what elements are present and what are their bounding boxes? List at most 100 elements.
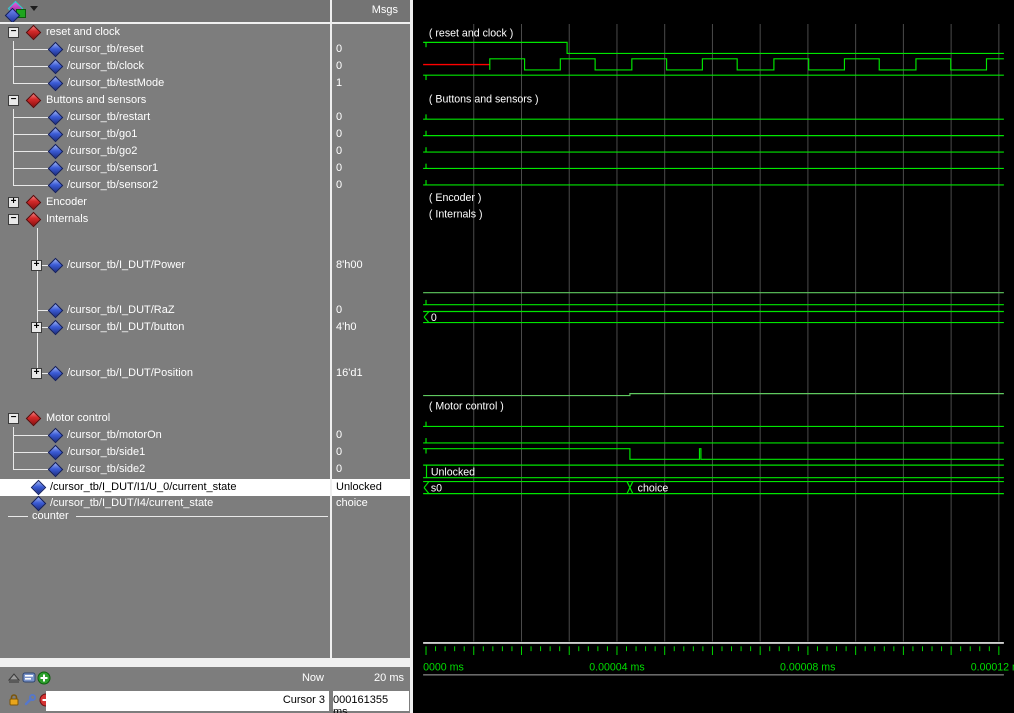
wave-group-label: ( Encoder ) xyxy=(429,192,481,204)
expand-box[interactable]: + xyxy=(31,260,42,271)
signal-diamond-icon xyxy=(48,144,64,160)
wave-group-label: ( reset and clock ) xyxy=(429,28,513,40)
collapse-box[interactable]: − xyxy=(8,413,19,424)
collapse-box[interactable]: − xyxy=(8,95,19,106)
signal-name: /cursor_tb/testMode xyxy=(67,77,164,89)
bus-value-label: Unlocked xyxy=(431,466,475,478)
signal-diamond-icon xyxy=(48,110,64,126)
wave-window-icon[interactable] xyxy=(6,3,26,19)
cursor-name-field[interactable]: Cursor 3 xyxy=(46,691,329,711)
signal-row[interactable]: /cursor_tb/side10 xyxy=(0,444,410,461)
signal-panel: Msgs − reset and clock/cursor_tb/reset0/c… xyxy=(0,0,410,713)
signal-diamond-icon xyxy=(48,428,64,444)
signal-row[interactable]: /cursor_tb/side20 xyxy=(0,461,410,478)
group-row[interactable]: − Buttons and sensors xyxy=(0,92,410,109)
bus-open xyxy=(424,317,429,323)
signal-tree: − reset and clock/cursor_tb/reset0/cursor… xyxy=(0,24,410,658)
signal-name: /cursor_tb/I_DUT/button xyxy=(67,321,184,333)
wave-group-label: ( Buttons and sensors ) xyxy=(429,93,539,105)
signal-diamond-icon xyxy=(31,480,47,496)
signal-value: 0 xyxy=(336,162,406,174)
signal-name: /cursor_tb/side1 xyxy=(67,446,145,458)
signal-name: /cursor_tb/motorOn xyxy=(67,429,162,441)
group-row[interactable]: + Encoder xyxy=(0,194,410,211)
msgs-column-header: Msgs xyxy=(332,4,398,16)
analog-waveform-Position xyxy=(423,394,1004,396)
signal-row[interactable]: /cursor_tb/restart0 xyxy=(0,109,410,126)
chevron-down-icon[interactable] xyxy=(30,6,38,11)
wave-group-label: ( Motor control ) xyxy=(429,401,504,413)
signal-row[interactable]: /cursor_tb/go20 xyxy=(0,143,410,160)
collapse-box[interactable]: − xyxy=(8,27,19,38)
cursor-time: 000161355 ms xyxy=(333,694,405,713)
signal-value: 4'h0 xyxy=(336,321,406,333)
bit-waveform-side2 xyxy=(423,449,1004,460)
signal-diamond-icon xyxy=(48,462,64,478)
signal-name: /cursor_tb/I_DUT/Power xyxy=(67,259,185,271)
group-row[interactable]: − reset and clock xyxy=(0,24,410,41)
group-diamond-icon xyxy=(26,195,42,211)
group-label: Internals xyxy=(46,213,88,225)
signal-row[interactable]: /cursor_tb/motorOn0 xyxy=(0,427,410,444)
signal-name: /cursor_tb/sensor2 xyxy=(67,179,158,191)
timeline-label: 0.00012 ms xyxy=(971,661,1014,673)
signal-value: 0 xyxy=(336,128,406,140)
panel-splitter[interactable] xyxy=(410,0,413,713)
now-value: 20 ms xyxy=(332,672,404,684)
column-splitter[interactable] xyxy=(330,0,332,658)
cursor-value-field[interactable]: 000161355 ms xyxy=(333,691,409,711)
signal-row[interactable]: /cursor_tb/sensor10 xyxy=(0,160,410,177)
signal-diamond-icon xyxy=(48,320,64,336)
bus-value-label: 0 xyxy=(431,312,437,324)
collapse-box[interactable]: − xyxy=(8,214,19,225)
signal-value: 1 xyxy=(336,77,406,89)
group-diamond-icon xyxy=(26,411,42,427)
cursor-row: Cursor 3 000161355 ms xyxy=(0,690,410,713)
wrench-icon[interactable] xyxy=(23,693,37,707)
signal-panel-header: Msgs xyxy=(0,0,410,22)
divider-label: counter xyxy=(32,510,69,522)
group-label: Buttons and sensors xyxy=(46,94,146,106)
signal-row[interactable]: + /cursor_tb/I_DUT/button 4'h0 xyxy=(0,319,410,336)
bus-value-label: choice xyxy=(638,482,669,494)
group-diamond-icon xyxy=(26,93,42,109)
signal-row[interactable]: /cursor_tb/I_DUT/I1/U_0/current_stateUnl… xyxy=(0,479,410,496)
signal-diamond-icon xyxy=(48,366,64,382)
signal-diamond-icon xyxy=(48,303,64,319)
signal-row[interactable]: /cursor_tb/reset0 xyxy=(0,41,410,58)
wave-canvas[interactable]: 0Unlockeds0choice( reset and clock )( Bu… xyxy=(413,24,1014,713)
wave-window: Msgs − reset and clock/cursor_tb/reset0/c… xyxy=(0,0,1014,713)
wave-group-label: ( Internals ) xyxy=(429,208,483,220)
signal-row[interactable]: /cursor_tb/testMode 1 xyxy=(0,75,410,92)
signal-diamond-icon xyxy=(48,178,64,194)
signal-value: 0 xyxy=(336,60,406,72)
signal-row[interactable]: +/cursor_tb/I_DUT/Position16'd1 xyxy=(0,365,410,382)
bottom-splitter[interactable] xyxy=(0,658,410,667)
signal-row[interactable]: /cursor_tb/sensor2 0 xyxy=(0,177,410,194)
expand-box[interactable]: + xyxy=(8,197,19,208)
group-label: reset and clock xyxy=(46,26,120,38)
signal-row[interactable]: /cursor_tb/clock0 xyxy=(0,58,410,75)
expand-box[interactable]: + xyxy=(31,368,42,379)
signal-name: /cursor_tb/go1 xyxy=(67,128,137,140)
timeline-label: 0.00004 ms xyxy=(589,661,644,673)
bus-open xyxy=(424,488,429,494)
group-row[interactable]: −Motor control xyxy=(0,410,410,427)
signal-row[interactable]: /cursor_tb/go1 0 xyxy=(0,126,410,143)
now-label: Now xyxy=(0,672,324,684)
signal-value: Unlocked xyxy=(336,481,406,493)
expand-box[interactable]: + xyxy=(31,322,42,333)
wave-panel: 0Unlockeds0choice( reset and clock )( Bu… xyxy=(413,0,1014,713)
signal-value: 0 xyxy=(336,179,406,191)
signal-diamond-icon xyxy=(48,161,64,177)
signal-name: /cursor_tb/side2 xyxy=(67,463,145,475)
lock-icon[interactable] xyxy=(7,693,21,707)
group-label: Encoder xyxy=(46,196,87,208)
divider-row[interactable]: counter xyxy=(0,508,410,525)
signal-name: /cursor_tb/restart xyxy=(67,111,150,123)
divider-line xyxy=(8,516,28,517)
signal-row[interactable]: /cursor_tb/I_DUT/RaZ0 xyxy=(0,302,410,319)
group-row[interactable]: − Internals xyxy=(0,211,410,228)
signal-diamond-icon xyxy=(48,59,64,75)
signal-row[interactable]: +/cursor_tb/I_DUT/Power8'h00 xyxy=(0,257,410,274)
